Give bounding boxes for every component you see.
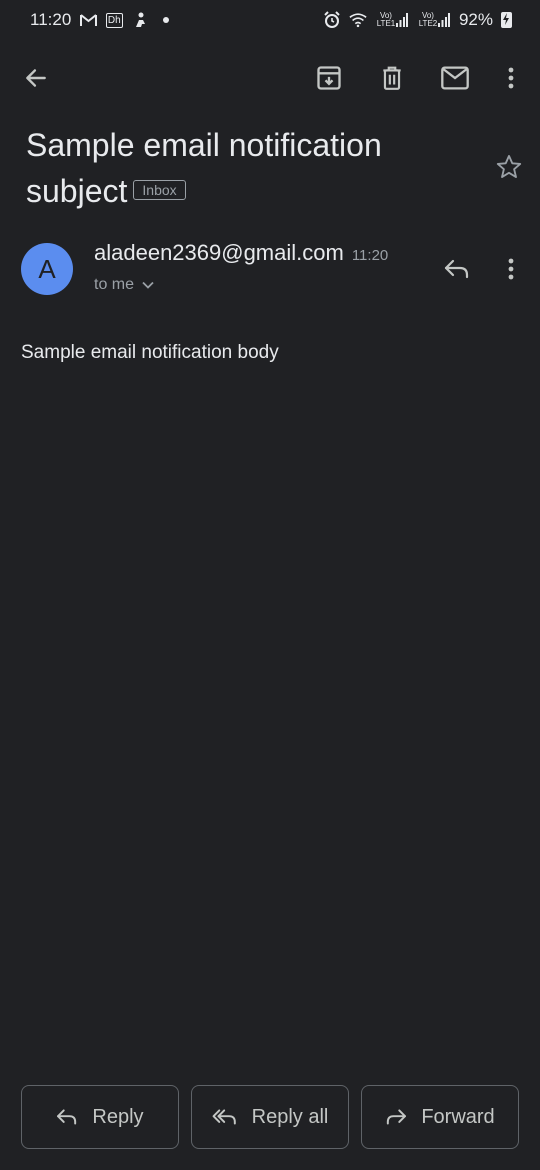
- back-button[interactable]: [12, 52, 60, 104]
- reply-all-label: Reply all: [251, 1105, 329, 1128]
- alarm-icon: [323, 11, 341, 28]
- battery-charging-icon: [501, 12, 512, 28]
- recipients-text: to me: [94, 276, 135, 293]
- reply-icon: [444, 259, 469, 279]
- email-time: 11:20: [351, 247, 389, 264]
- email-body: Sample email notification body: [21, 342, 279, 363]
- wifi-icon: [349, 12, 367, 28]
- reply-all-icon: [212, 1109, 236, 1125]
- subject-text: Sample email notification subject: [26, 127, 382, 209]
- dot-icon: [157, 12, 175, 28]
- delete-icon: [383, 66, 401, 90]
- quick-reply-button[interactable]: [434, 246, 480, 292]
- more-vert-icon: [508, 67, 514, 89]
- status-left: 11:20 Dh: [30, 10, 175, 30]
- forward-button[interactable]: Forward: [361, 1085, 519, 1149]
- status-bar: 11:20 Dh Vo) LTE1 Vo) LTE2 92%: [0, 0, 540, 40]
- reply-all-button[interactable]: Reply all: [191, 1085, 349, 1149]
- battery-percent: 92%: [458, 10, 493, 29]
- back-arrow-icon: [26, 69, 46, 87]
- recipients-toggle[interactable]: to me: [94, 276, 174, 294]
- delete-button[interactable]: [368, 52, 416, 104]
- mark-unread-button[interactable]: [431, 52, 479, 104]
- more-options-button[interactable]: [487, 52, 535, 104]
- star-button[interactable]: [486, 144, 532, 190]
- archive-button[interactable]: [305, 52, 353, 104]
- archive-icon: [317, 66, 341, 90]
- avatar[interactable]: A: [21, 243, 73, 295]
- sender-block: aladeen2369@gmail.com 11:20 to me: [94, 240, 434, 294]
- star-icon: [496, 154, 522, 178]
- forward-icon: [387, 1109, 407, 1125]
- action-bar: Reply Reply all Forward: [21, 1085, 519, 1149]
- avatar-letter: A: [38, 253, 56, 284]
- message-more-button[interactable]: [490, 246, 532, 292]
- mark-unread-icon: [441, 66, 469, 90]
- reply-label: Reply: [92, 1105, 144, 1128]
- inbox-label-chip[interactable]: Inbox: [133, 180, 186, 200]
- forward-label: Forward: [421, 1105, 495, 1128]
- reply-icon: [57, 1109, 77, 1125]
- person-icon: [131, 12, 149, 28]
- more-vert-icon: [508, 258, 514, 280]
- reply-button[interactable]: Reply: [21, 1085, 179, 1149]
- lte2-signal-icon: Vo) LTE2: [417, 12, 451, 28]
- chevron-down-icon: [142, 281, 154, 289]
- email-subject: Sample email notification subject Inbox: [26, 122, 466, 214]
- dh-app-icon: Dh: [105, 12, 123, 28]
- sender-email[interactable]: aladeen2369@gmail.com: [94, 240, 344, 266]
- lte1-signal-icon: Vo) LTE1: [375, 12, 409, 28]
- toolbar: [0, 52, 540, 104]
- gmail-icon: [79, 12, 97, 28]
- status-right: Vo) LTE1 Vo) LTE2 92%: [323, 10, 512, 30]
- sender-line: aladeen2369@gmail.com 11:20: [94, 240, 434, 266]
- status-time: 11:20: [30, 10, 72, 29]
